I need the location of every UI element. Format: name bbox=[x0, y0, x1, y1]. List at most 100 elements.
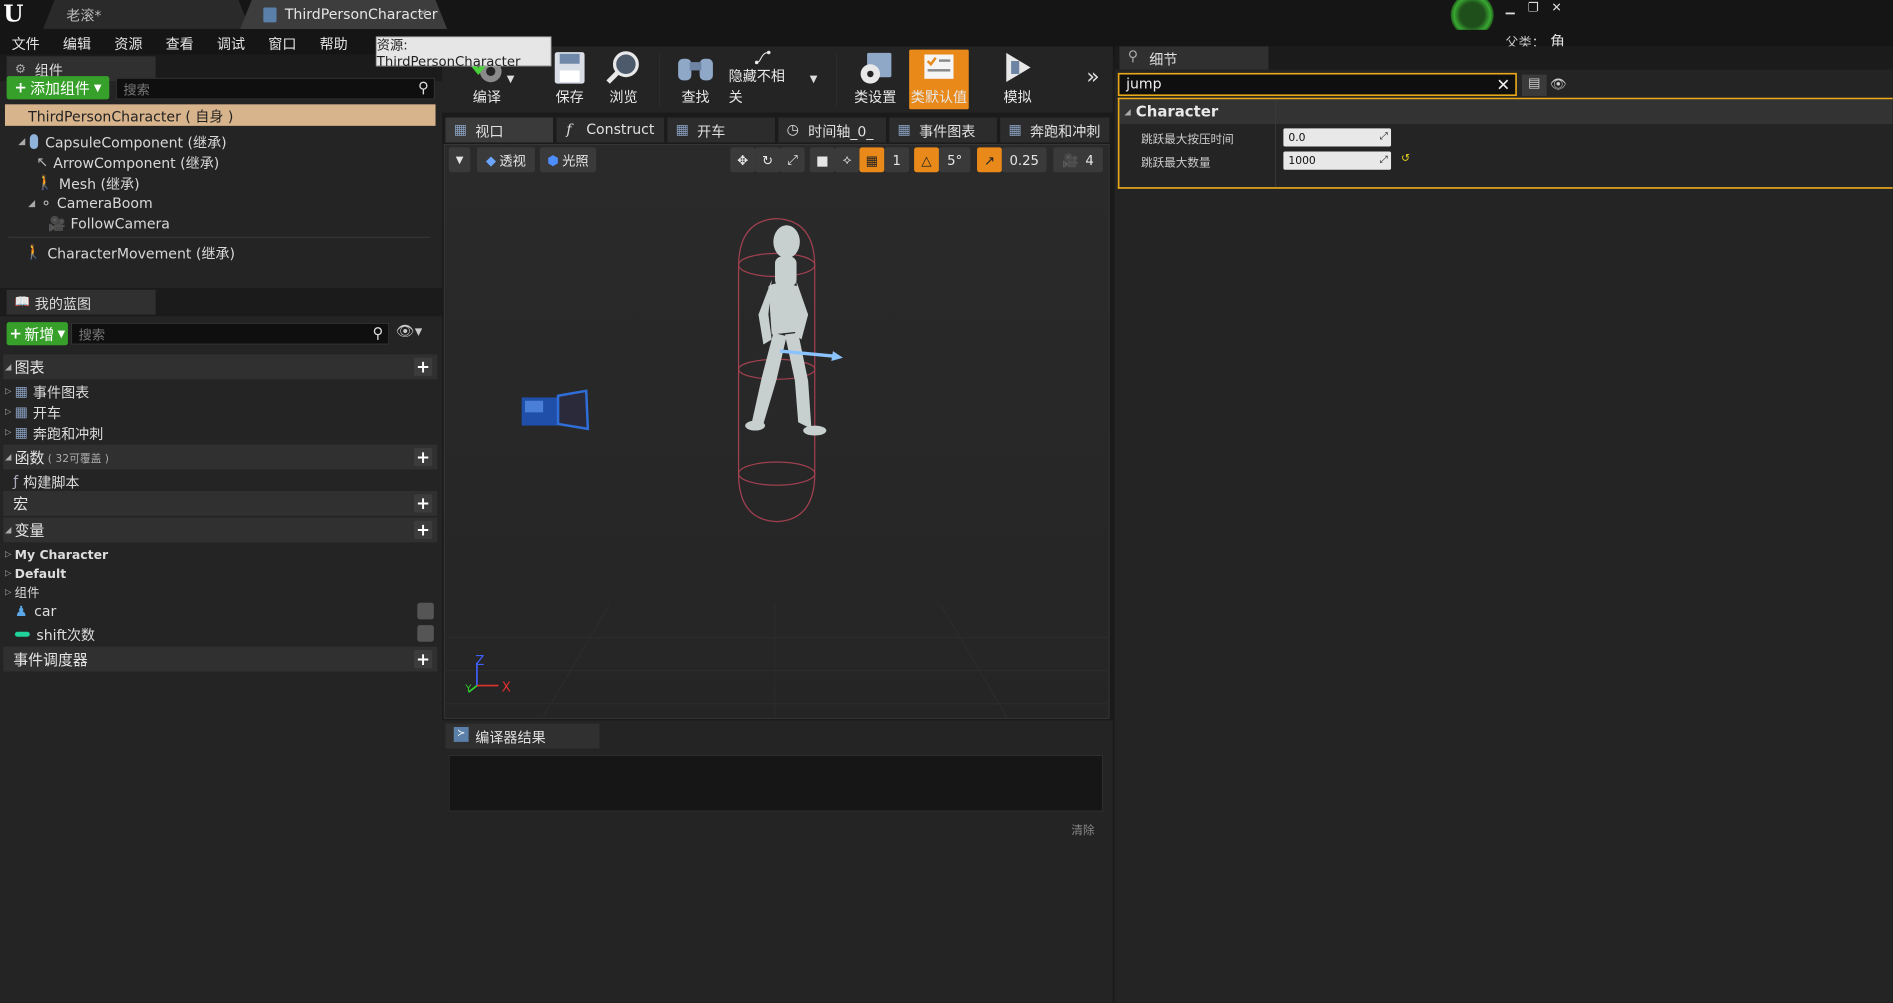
drag-handle-icon[interactable]: ⤢ bbox=[1380, 153, 1388, 165]
magnifier-icon bbox=[606, 51, 639, 84]
scale-snap-value[interactable]: 0.25 bbox=[1001, 147, 1047, 173]
category-macros[interactable]: 宏 + bbox=[3, 491, 438, 516]
tree-item-character-movement[interactable]: 🚶 CharacterMovement (继承) bbox=[25, 242, 235, 263]
reset-to-default-icon[interactable]: ↺ bbox=[1401, 152, 1410, 164]
graph-item-drive[interactable]: ▷ ▦ 开车 bbox=[5, 402, 61, 423]
variable-group-components[interactable]: ▷ 组件 bbox=[5, 582, 40, 603]
property-matrix-icon[interactable]: ▤ bbox=[1521, 74, 1547, 97]
drag-handle-icon[interactable]: ⤢ bbox=[1380, 130, 1388, 142]
tree-item-capsule[interactable]: ◢ CapsuleComponent (继承) bbox=[18, 131, 227, 152]
category-variables[interactable]: ◢ 变量 + bbox=[3, 517, 438, 543]
toolbar-overflow-icon[interactable]: » bbox=[1086, 65, 1099, 90]
tab-construction-script[interactable]: f Construct bbox=[556, 117, 665, 143]
tab-viewport[interactable]: ▦ 视口 bbox=[445, 117, 554, 143]
class-settings-button[interactable]: 类设置 bbox=[848, 50, 903, 110]
tab-label: 事件图表 bbox=[919, 123, 976, 141]
add-function-button[interactable]: + bbox=[414, 447, 433, 467]
property-row-jump-max-hold-time: 跳跃最大按压时间 0.0 ⤢ bbox=[1119, 126, 1892, 149]
tree-item-camera-boom[interactable]: ◢ ⚬ CameraBoom bbox=[28, 193, 153, 214]
tab-drive[interactable]: ▦ 开车 bbox=[667, 117, 776, 143]
add-macro-button[interactable]: + bbox=[414, 493, 433, 513]
find-button[interactable]: 查找 bbox=[669, 50, 722, 110]
component-root-row[interactable]: ThirdPersonCharacter ( 自身 ) bbox=[4, 104, 436, 126]
mesh-icon: 🚶 bbox=[36, 174, 54, 191]
search-icon[interactable]: ⚲ bbox=[372, 325, 383, 342]
menu-file[interactable]: 文件 bbox=[0, 30, 51, 55]
close-window-icon[interactable]: ✕ bbox=[1547, 0, 1567, 15]
add-dispatcher-button[interactable]: + bbox=[414, 649, 433, 669]
tab-compiler-results[interactable]: ≻ 编译器结果 bbox=[445, 723, 600, 749]
tree-item-arrow[interactable]: ↖ ArrowComponent (继承) bbox=[36, 152, 219, 173]
function-item-construction[interactable]: ƒ 构建脚本 bbox=[13, 471, 79, 492]
translate-tool-button[interactable]: ✥ bbox=[730, 147, 756, 173]
variable-group-my-character[interactable]: ▷ My Character bbox=[5, 544, 108, 565]
category-character[interactable]: ◢ Character bbox=[1119, 99, 1893, 125]
grid-size-value[interactable]: 1 bbox=[884, 147, 910, 173]
save-button[interactable]: 保存 bbox=[546, 50, 592, 110]
minimize-icon[interactable]: ▁ bbox=[1500, 2, 1520, 17]
search-icon[interactable]: ⚲ bbox=[418, 79, 429, 96]
compile-options-chevron-icon[interactable]: ▼ bbox=[507, 73, 515, 85]
graph-item-sprint[interactable]: ▷ ▦ 奔跑和冲刺 bbox=[5, 422, 103, 443]
tab-event-graph[interactable]: ▦ 事件图表 bbox=[889, 117, 997, 143]
components-search-input[interactable]: 搜索 ⚲ bbox=[115, 77, 435, 100]
tree-item-mesh[interactable]: 🚶 Mesh (继承) bbox=[36, 172, 139, 193]
visibility-toggle-icon[interactable] bbox=[417, 625, 434, 642]
menu-edit[interactable]: 编辑 bbox=[51, 30, 102, 55]
doc-tab-blueprint[interactable]: ThirdPersonCharacter ✕ bbox=[240, 0, 447, 29]
menu-asset[interactable]: 资源 bbox=[103, 30, 154, 55]
hide-unrelated-button[interactable]: 隐藏不相关 bbox=[729, 50, 799, 110]
blueprint-search-input[interactable]: 搜索 ⚲ bbox=[71, 322, 390, 345]
perspective-button[interactable]: ◆ 透视 bbox=[476, 147, 535, 173]
unreal-logo-icon[interactable]: U bbox=[3, 1, 29, 27]
variable-item-car[interactable]: ♟ car bbox=[15, 601, 434, 622]
rotation-snap-button[interactable]: △ bbox=[914, 147, 939, 173]
tree-item-follow-camera[interactable]: 🎥 FollowCamera bbox=[48, 214, 170, 235]
tab-sprint[interactable]: ▦ 奔跑和冲刺 bbox=[1000, 117, 1110, 143]
jump-max-count-field[interactable]: 1000 ⤢ bbox=[1283, 151, 1392, 170]
surface-snap-button[interactable]: ⟡ bbox=[834, 147, 860, 173]
viewport-options-button[interactable]: ▼ bbox=[448, 147, 471, 173]
menu-help[interactable]: 帮助 bbox=[308, 30, 359, 55]
add-variable-button[interactable]: + bbox=[414, 520, 433, 540]
visibility-filter-icon[interactable]: 👁 bbox=[1550, 76, 1567, 92]
close-icon[interactable]: ✕ bbox=[418, 7, 427, 19]
add-new-button[interactable]: + 新增 ▼ bbox=[6, 322, 68, 346]
category-functions[interactable]: ◢ 函数 ( 32可覆盖 ) + bbox=[3, 444, 438, 470]
category-graphs[interactable]: ◢ 图表 + bbox=[3, 354, 438, 380]
add-component-button[interactable]: + 添加组件 ▼ bbox=[6, 76, 110, 100]
eye-icon[interactable]: 👁▾ bbox=[396, 323, 422, 340]
hide-options-chevron-icon[interactable]: ▼ bbox=[810, 73, 818, 85]
scale-snap-button[interactable]: ↗ bbox=[977, 147, 1002, 173]
menu-view[interactable]: 查看 bbox=[154, 30, 205, 55]
variable-item-shift-count[interactable]: shift次数 bbox=[14, 623, 434, 644]
browse-button[interactable]: 浏览 bbox=[598, 50, 649, 110]
tab-details[interactable]: ⚲ 细节 bbox=[1119, 46, 1269, 70]
tree-item-label: ArrowComponent (继承) bbox=[53, 155, 220, 173]
details-search-input[interactable]: jump ✕ bbox=[1117, 72, 1517, 97]
restore-icon[interactable]: ❐ bbox=[1524, 0, 1544, 15]
grid-snap-button[interactable]: ▦ bbox=[859, 147, 885, 173]
camera-speed-button[interactable]: 🎥 4 bbox=[1053, 147, 1103, 173]
category-event-dispatchers[interactable]: 事件调度器 + bbox=[3, 646, 438, 672]
graph-item-event[interactable]: ▷ ▦ 事件图表 bbox=[5, 381, 89, 402]
visibility-toggle-icon[interactable] bbox=[417, 602, 434, 620]
lighting-button[interactable]: ⬢ 光照 bbox=[539, 147, 597, 173]
variable-group-default[interactable]: ▷ Default bbox=[5, 563, 66, 584]
tab-my-blueprint[interactable]: 📖 我的蓝图 bbox=[6, 289, 156, 315]
category-label: 函数 bbox=[14, 449, 45, 467]
menu-window[interactable]: 窗口 bbox=[257, 30, 308, 55]
clear-button[interactable]: 清除 bbox=[1071, 821, 1094, 838]
scale-tool-button[interactable]: ⤢ bbox=[779, 147, 805, 173]
tab-timeline[interactable]: ◷ 时间轴_0_ bbox=[778, 117, 886, 143]
rotate-tool-button[interactable]: ↻ bbox=[755, 147, 780, 173]
class-defaults-button[interactable]: 类默认值 bbox=[909, 49, 969, 110]
doc-tab-level[interactable]: 老滚* bbox=[43, 0, 250, 29]
simulate-button[interactable]: 模拟 bbox=[990, 50, 1045, 110]
jump-max-hold-time-field[interactable]: 0.0 ⤢ bbox=[1283, 128, 1392, 147]
rotation-snap-value[interactable]: 5° bbox=[938, 147, 971, 173]
menu-debug[interactable]: 调试 bbox=[205, 30, 256, 55]
clear-search-icon[interactable]: ✕ bbox=[1496, 75, 1510, 95]
world-local-button[interactable]: ■ bbox=[809, 147, 835, 173]
add-graph-button[interactable]: + bbox=[414, 357, 433, 377]
